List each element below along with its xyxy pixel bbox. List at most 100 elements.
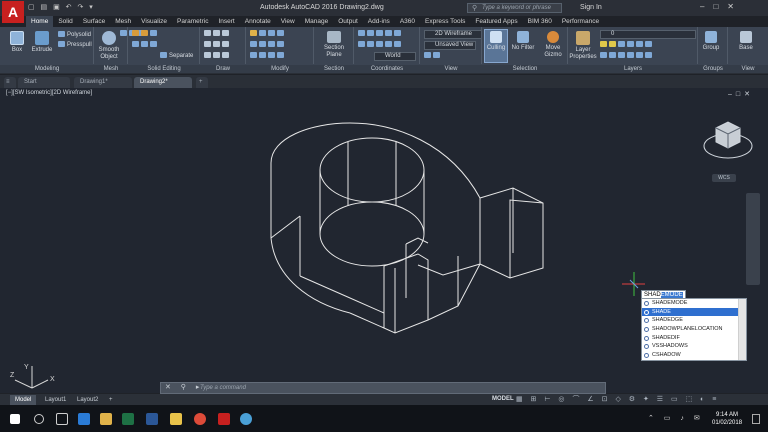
panel-label-modify[interactable]: Modify: [246, 65, 314, 73]
tab-output[interactable]: Output: [333, 16, 363, 27]
wcs-menu[interactable]: WCS: [712, 174, 736, 182]
panel-section: [314, 27, 354, 64]
command-icon: [644, 327, 649, 333]
autocomplete-item[interactable]: SHADEDIF: [642, 334, 746, 343]
command-icon: [644, 353, 649, 359]
panel-label-section[interactable]: Section: [314, 65, 354, 73]
system-tray-icons[interactable]: ⌃ ▭ ♪ ✉: [648, 414, 704, 422]
autocomplete-item[interactable]: CSHADOW: [642, 351, 746, 360]
tab-express-tools[interactable]: Express Tools: [420, 16, 470, 27]
tab-add-ins[interactable]: Add-ins: [363, 16, 395, 27]
panel-layers: [568, 27, 698, 64]
tab-parametric[interactable]: Parametric: [172, 16, 213, 27]
autocomplete-item-selected[interactable]: SHADE: [642, 307, 746, 317]
window-title: Autodesk AutoCAD 2016 Drawing2.dwg: [260, 4, 384, 11]
tab-view[interactable]: View: [276, 16, 300, 27]
autocomplete-scrollbar[interactable]: [738, 299, 746, 360]
ribbon-tabs: Home Solid Surface Mesh Visualize Parame…: [26, 16, 604, 27]
navigation-bar[interactable]: [746, 193, 760, 285]
application-menu-button[interactable]: A: [2, 1, 24, 23]
panel-label-layers[interactable]: Layers: [568, 65, 698, 73]
autocad-taskbar-icon[interactable]: [218, 413, 230, 425]
title-bar: [0, 0, 768, 16]
tab-mesh[interactable]: Mesh: [110, 16, 136, 27]
autocomplete-item[interactable]: SHADEDGE: [642, 316, 746, 325]
command-icon: [644, 301, 649, 306]
command-icon: [644, 318, 649, 324]
panel-modify: [246, 27, 314, 64]
command-icon: [644, 309, 649, 315]
clock-date: 01/02/2018: [712, 420, 743, 426]
autocomplete-item[interactable]: VSSHADOWS: [642, 342, 746, 351]
layout-tab-model[interactable]: Model: [10, 395, 37, 405]
file-tab-drawing2[interactable]: Drawing2*: [134, 77, 192, 88]
panel-modeling: [0, 27, 94, 64]
taskbar-clock[interactable]: 9:14 AM 01/02/2018: [712, 411, 742, 427]
excel-icon[interactable]: [122, 413, 134, 425]
chrome-icon[interactable]: [194, 413, 206, 425]
edge-icon[interactable]: [78, 413, 90, 425]
quick-access-toolbar[interactable]: ▢ ▤ ▣ ↶ ↷ ▾: [28, 3, 95, 11]
cortana-icon[interactable]: [34, 414, 44, 424]
command-input[interactable]: Type a command: [200, 383, 246, 393]
command-line-icons[interactable]: ✕ ⚲ ▸: [165, 382, 203, 394]
layout-tab-layout2[interactable]: Layout2: [72, 395, 103, 405]
tab-annotate[interactable]: Annotate: [240, 16, 276, 27]
command-icon: [644, 344, 649, 350]
tab-insert[interactable]: Insert: [213, 16, 239, 27]
panel-label-view-base[interactable]: View: [728, 65, 768, 73]
file-explorer-icon[interactable]: [100, 413, 112, 425]
panel-label-solid-editing[interactable]: Solid Editing: [128, 65, 200, 73]
ucs-z-label: Z: [10, 372, 15, 379]
tab-performance[interactable]: Performance: [557, 16, 604, 27]
tab-solid[interactable]: Solid: [53, 16, 77, 27]
windows-start-icon[interactable]: [10, 414, 20, 424]
file-tabs-menu-icon[interactable]: ≡: [4, 77, 16, 88]
base-view-button[interactable]: Base: [734, 31, 758, 52]
panel-label-selection[interactable]: Selection: [482, 65, 568, 73]
base-view-label: Base: [739, 45, 753, 51]
panel-solid-editing: [128, 27, 200, 64]
autocomplete-item[interactable]: SHADEMODE: [642, 299, 746, 308]
clock-time: 9:14 AM: [716, 412, 739, 418]
tab-manage[interactable]: Manage: [300, 16, 334, 27]
panel-label-modeling[interactable]: Modeling: [0, 65, 94, 73]
sign-in-button[interactable]: Sign In: [580, 4, 602, 11]
search-input[interactable]: Type a keyword or phrase: [467, 3, 562, 13]
ucs-x-label: X: [50, 376, 55, 383]
snipping-icon[interactable]: [240, 413, 252, 425]
panel-draw: [200, 27, 246, 64]
panel-view: [420, 27, 482, 64]
panel-mesh: [94, 27, 128, 64]
tab-a360[interactable]: A360: [395, 16, 420, 27]
command-icon: [644, 335, 649, 341]
task-view-icon[interactable]: [56, 413, 68, 425]
file-tab-start[interactable]: Start: [18, 77, 70, 88]
tab-featured-apps[interactable]: Featured Apps: [470, 16, 522, 27]
add-layout-button[interactable]: +: [104, 395, 118, 405]
panel-label-view[interactable]: View: [420, 65, 482, 73]
new-tab-button[interactable]: +: [196, 77, 208, 88]
tab-bim-360[interactable]: BIM 360: [523, 16, 557, 27]
sticky-folder-icon[interactable]: [170, 413, 182, 425]
autocomplete-item[interactable]: SHADOWPLANELOCATION: [642, 325, 746, 334]
notifications-icon[interactable]: [752, 414, 760, 424]
tab-home[interactable]: Home: [26, 16, 54, 27]
file-tab-drawing1[interactable]: Drawing1*: [74, 77, 132, 88]
panel-label-draw[interactable]: Draw: [200, 65, 246, 73]
tab-visualize[interactable]: Visualize: [136, 16, 172, 27]
ucs-y-label: Y: [24, 364, 29, 371]
panel-coordinates: [354, 27, 420, 64]
base-view-icon: [740, 31, 752, 43]
search-icon: ⚲: [472, 5, 478, 12]
word-icon[interactable]: [146, 413, 158, 425]
tab-surface[interactable]: Surface: [78, 16, 110, 27]
panel-label-mesh[interactable]: Mesh: [94, 65, 128, 73]
status-toggles[interactable]: ▦ ⊞ ⊢ ◎ ⌒ ∠ ⊡ ◇ ⚙ ✦ ☰ ▭ ⬚ ◐ ≡: [516, 395, 719, 405]
model-space-toggle[interactable]: MODEL: [492, 396, 514, 402]
window-controls[interactable]: –□✕: [700, 2, 743, 11]
layout-tab-layout1[interactable]: Layout1: [40, 395, 71, 405]
panel-label-groups[interactable]: Groups: [698, 65, 728, 73]
panel-selection: [482, 27, 568, 64]
panel-label-coordinates[interactable]: Coordinates: [354, 65, 420, 73]
